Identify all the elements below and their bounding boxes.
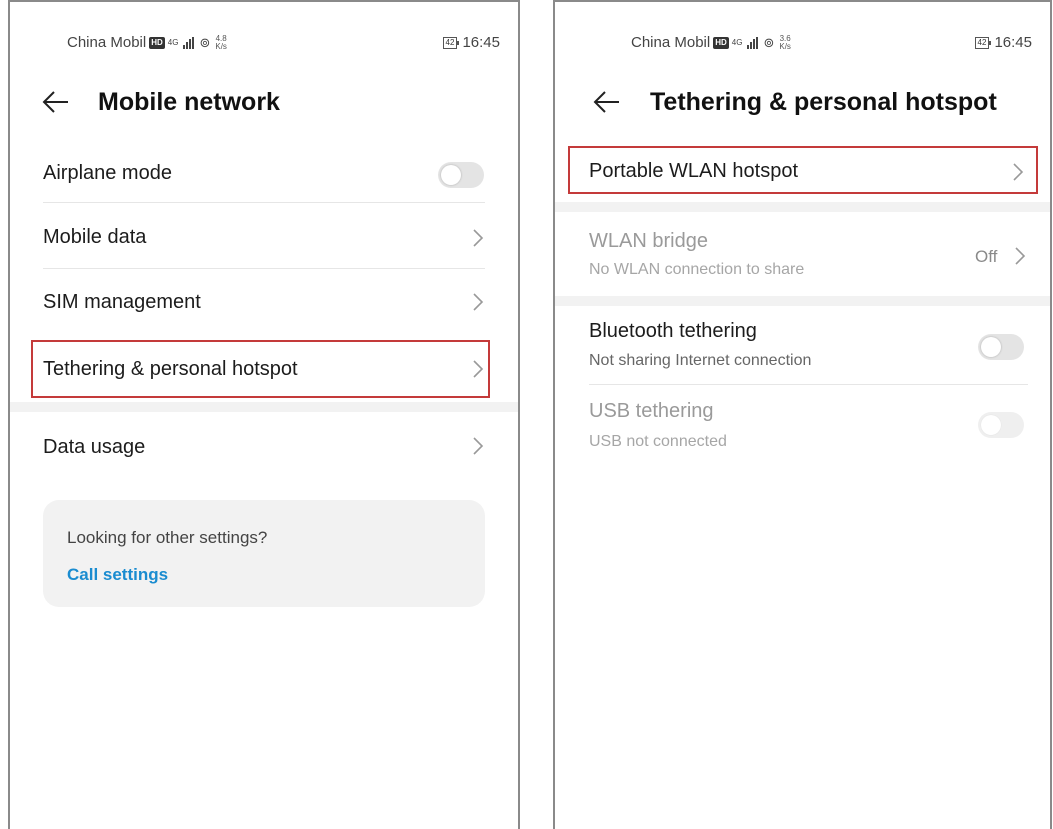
tethering-highlight-box — [31, 340, 490, 398]
airplane-mode-label: Airplane mode — [43, 162, 172, 184]
usb-tethering-subtitle: USB not connected — [589, 433, 727, 450]
portable-wlan-highlight-box — [568, 146, 1038, 194]
chevron-right-icon — [473, 437, 484, 455]
section-gap — [555, 296, 1050, 306]
status-bar: China Mobil HD 4G ⊚ 4.8 K/s 42 16:45 — [10, 32, 518, 56]
bluetooth-tethering-toggle[interactable] — [978, 334, 1024, 360]
app-bar: Mobile network — [10, 86, 518, 118]
wlan-bridge-row[interactable]: WLAN bridge No WLAN connection to share … — [555, 214, 1050, 296]
wlan-bridge-value: Off — [975, 247, 998, 266]
divider — [589, 384, 1028, 385]
data-usage-row[interactable]: Data usage — [10, 414, 518, 478]
divider — [43, 268, 485, 269]
hotspot-icon: ⊚ — [763, 34, 775, 50]
divider — [43, 202, 485, 203]
usb-tethering-toggle[interactable] — [978, 412, 1024, 438]
airplane-mode-row[interactable]: Airplane mode — [10, 150, 518, 202]
network-speed: 4.8 K/s — [215, 33, 227, 51]
wlan-bridge-label: WLAN bridge — [589, 230, 708, 252]
page-title: Tethering & personal hotspot — [650, 88, 997, 116]
usb-tethering-label: USB tethering — [589, 400, 714, 422]
mobile-data-label: Mobile data — [43, 226, 147, 248]
bluetooth-tethering-row[interactable]: Bluetooth tethering Not sharing Internet… — [555, 306, 1050, 384]
chevron-right-icon — [473, 293, 484, 311]
page-title: Mobile network — [98, 88, 280, 116]
battery-icon: 42 — [442, 36, 460, 49]
call-settings-link[interactable]: Call settings — [67, 565, 168, 585]
airplane-mode-toggle[interactable] — [438, 162, 484, 188]
network-speed: 3.6 K/s — [779, 33, 791, 51]
hd-badge: HD — [713, 36, 729, 49]
back-arrow-icon[interactable] — [40, 88, 72, 116]
sim-management-row[interactable]: SIM management — [10, 270, 518, 334]
sim-management-label: SIM management — [43, 291, 201, 313]
back-arrow-icon[interactable] — [591, 88, 623, 116]
status-bar: China Mobil HD 4G ⊚ 3.6 K/s 42 16:45 — [555, 32, 1050, 56]
wlan-bridge-subtitle: No WLAN connection to share — [589, 261, 805, 278]
mobile-network-screen: China Mobil HD 4G ⊚ 4.8 K/s 42 16:45 Mob… — [8, 0, 520, 829]
section-gap — [555, 202, 1050, 212]
mobile-data-row[interactable]: Mobile data — [10, 204, 518, 268]
carrier-name: China Mobil — [631, 34, 711, 51]
usb-tethering-row[interactable]: USB tethering USB not connected — [555, 386, 1050, 464]
data-usage-label: Data usage — [43, 436, 146, 458]
chevron-right-icon — [473, 229, 484, 247]
hotspot-icon: ⊚ — [199, 34, 211, 50]
clock: 16:45 — [994, 34, 1032, 51]
network-type: 4G — [167, 38, 179, 47]
network-type: 4G — [731, 38, 743, 47]
app-bar: Tethering & personal hotspot — [555, 86, 1050, 118]
chevron-right-icon — [1015, 247, 1026, 265]
signal-icon — [183, 36, 195, 49]
tethering-screen: China Mobil HD 4G ⊚ 3.6 K/s 42 16:45 Tet… — [553, 0, 1052, 829]
clock: 16:45 — [462, 34, 500, 51]
hd-badge: HD — [149, 36, 165, 49]
carrier-name: China Mobil — [67, 34, 147, 51]
signal-icon — [747, 36, 759, 49]
section-gap — [10, 402, 518, 412]
bluetooth-tethering-subtitle: Not sharing Internet connection — [589, 352, 812, 369]
card-title: Looking for other settings? — [67, 528, 268, 547]
other-settings-card: Looking for other settings? Call setting… — [43, 500, 485, 607]
battery-icon: 42 — [974, 36, 992, 49]
bluetooth-tethering-label: Bluetooth tethering — [589, 320, 757, 342]
